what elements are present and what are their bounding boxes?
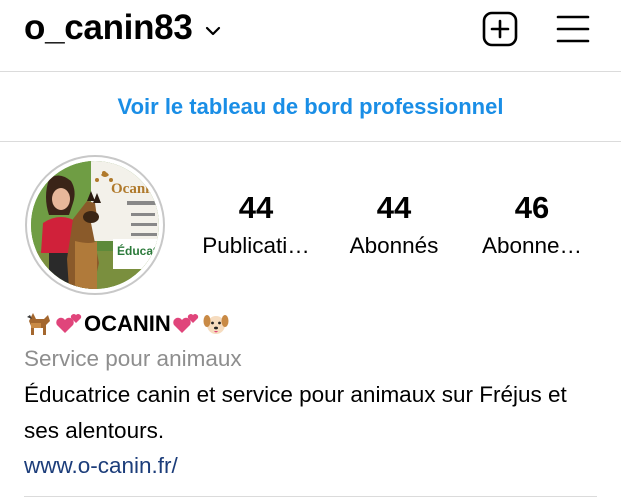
divider [24, 496, 597, 497]
two-hearts-icon [54, 309, 84, 339]
username[interactable]: o_canin83 [24, 6, 193, 50]
new-post-button[interactable] [481, 10, 519, 48]
profile-category: Service pour animaux [24, 346, 242, 371]
following-count: 46 [514, 190, 550, 225]
followers-count: 44 [376, 190, 412, 225]
stat-posts[interactable]: 44 Publicati… [194, 190, 318, 262]
posts-count: 44 [238, 190, 274, 225]
display-name: OCANIN [84, 311, 171, 336]
website-link[interactable]: www.o-canin.fr/ [24, 451, 178, 481]
top-bar: o_canin83 [0, 0, 621, 70]
stat-following[interactable]: 46 Abonne… [476, 190, 588, 262]
professional-dashboard-link[interactable]: Voir le tableau de bord professionnel [0, 72, 621, 142]
avatar-logo-text: Ocanin [111, 181, 158, 197]
professional-dashboard-label[interactable]: Voir le tableau de bord professionnel [118, 94, 504, 120]
dog-face-icon [201, 309, 231, 339]
display-name-line: OCANIN [24, 307, 231, 341]
account-switcher[interactable]: o_canin83 [24, 6, 221, 50]
divider [0, 141, 621, 142]
chevron-down-icon[interactable] [205, 26, 221, 36]
avatar[interactable]: Ocanin Éducat [25, 155, 165, 295]
menu-button[interactable] [554, 10, 592, 48]
hamburger-menu-icon [556, 15, 590, 43]
avatar-image: Ocanin Éducat [31, 161, 159, 289]
following-label: Abonne… [481, 233, 583, 258]
avatar-sign-text: Éducat [117, 243, 157, 258]
posts-label: Publicati… [202, 233, 310, 258]
profile-bio: Éducatrice canin et service pour animaux… [24, 382, 567, 443]
followers-label: Abonnés [349, 233, 439, 258]
stat-followers[interactable]: 44 Abonnés [340, 190, 448, 262]
plus-square-icon [482, 11, 518, 47]
two-hearts-icon [171, 309, 201, 339]
dog-icon [24, 309, 54, 339]
